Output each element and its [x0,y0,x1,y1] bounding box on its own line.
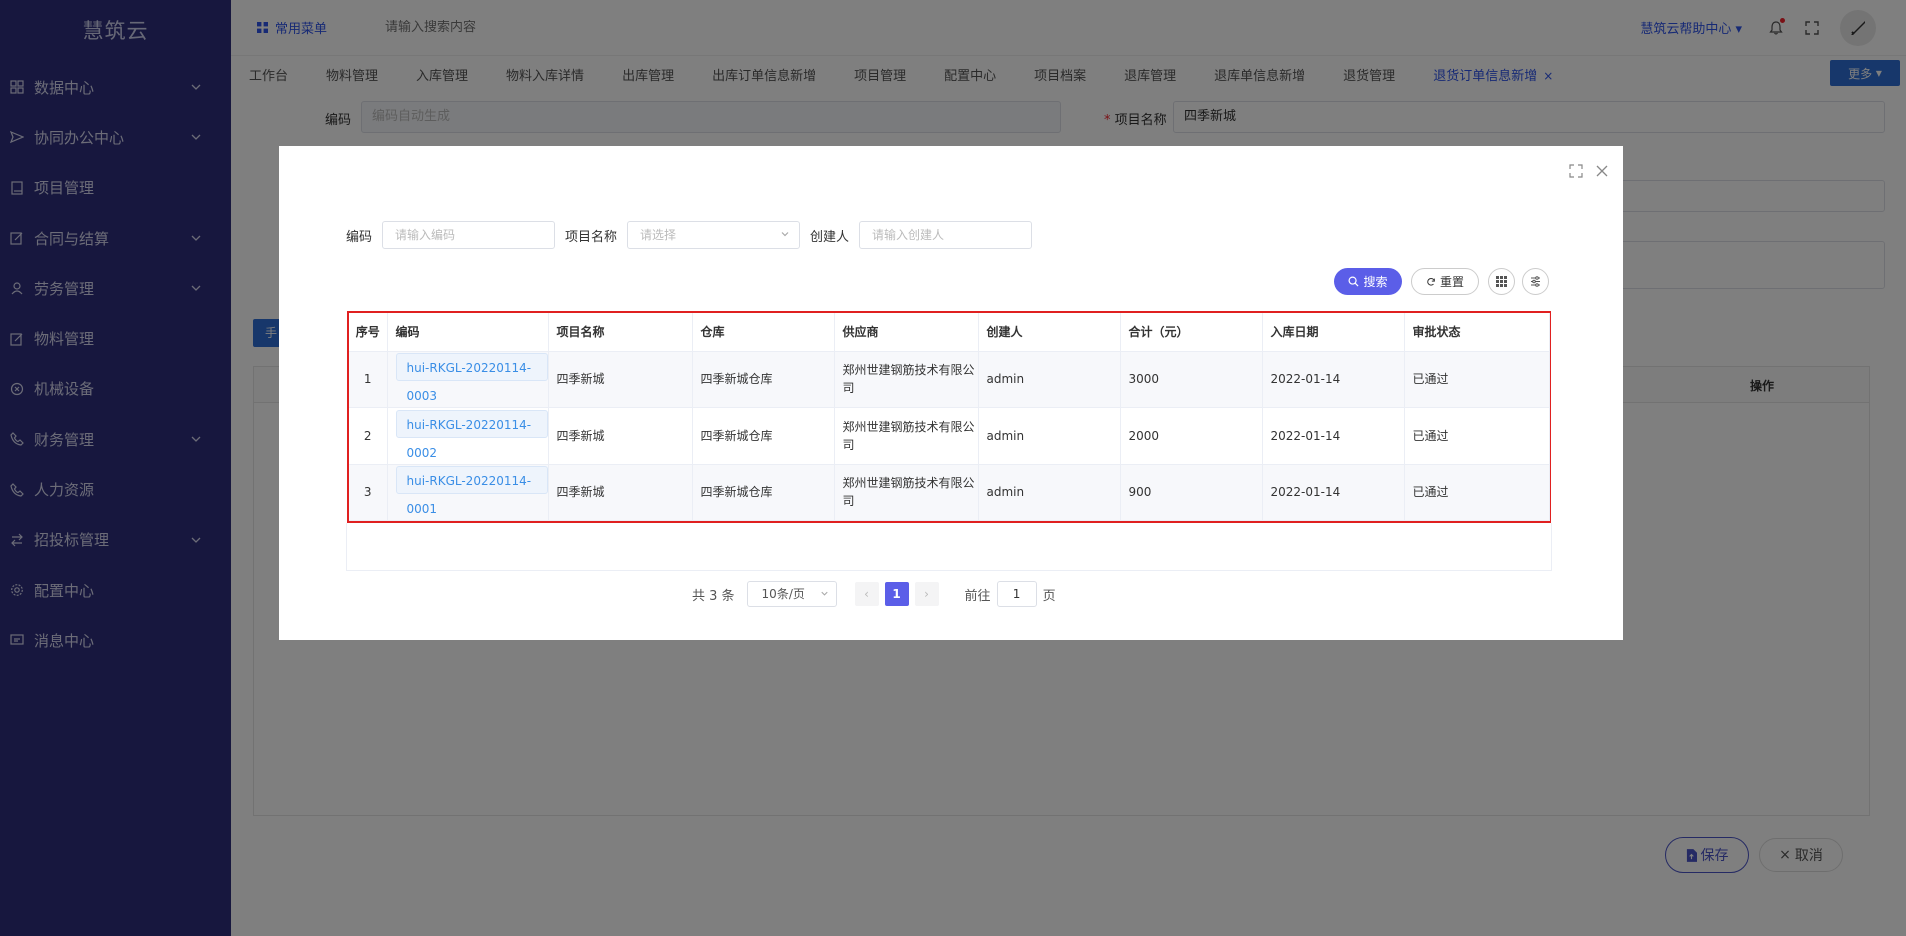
cell-date: 2022-01-14 [1262,464,1405,521]
cell-date: 2022-01-14 [1262,407,1405,465]
total-count: 共 3 条 [692,588,735,604]
column-header[interactable]: 项目名称 [548,313,693,352]
column-grid-button[interactable] [1488,268,1515,295]
filter-creator-label: 创建人 [810,229,850,245]
filter-code-label: 编码 [346,229,373,245]
page-size-select[interactable]: 10条/页 [746,581,837,607]
filter-project-placeholder: 请选择 [640,228,677,242]
column-header[interactable]: 审批状态 [1404,313,1550,352]
cell-status: 已通过 [1404,407,1550,465]
code-link[interactable]: hui-RKGL-20220114-0002 [395,409,548,460]
page-number-current[interactable]: 1 [884,582,909,606]
refresh-icon [1427,277,1435,286]
cell-code: hui-RKGL-20220114-0002 [387,407,549,465]
cell-creator: admin [978,407,1121,465]
cell-creator: admin [978,464,1121,521]
cell-warehouse: 四季新城仓库 [692,407,835,465]
reset-button[interactable]: 重置 [1411,268,1479,295]
column-header[interactable]: 供应商 [834,313,979,352]
filter-project-label: 项目名称 [565,229,618,245]
search-icon [1348,276,1359,287]
column-header[interactable]: 入库日期 [1262,313,1405,352]
table-body: 1 hui-RKGL-20220114-0003 四季新城 四季新城仓库 郑州世建钢筋技… [349,351,1550,521]
cell-total: 900 [1120,464,1263,521]
goto-prefix: 前往 [964,588,991,604]
cell-idx: 2 [349,407,388,465]
filter-settings-button[interactable] [1522,268,1549,295]
inbound-table: 序号 编码 项目名称 仓库 供应商 创建人 合计（元） 入库日期 审批状态 1 hui-RKGL-… [347,311,1551,523]
cell-supplier: 郑州世建钢筋技术有限公司 [834,464,979,521]
cell-status: 已通过 [1404,464,1550,521]
cell-total: 3000 [1120,351,1263,408]
search-label: 搜索 [1363,275,1388,289]
goto-page-input[interactable]: 1 [996,581,1037,607]
chevron-down-icon [781,232,789,237]
sliders-icon [1531,276,1540,287]
maximize-icon[interactable] [1569,164,1583,178]
cell-creator: admin [978,351,1121,408]
column-header[interactable]: 创建人 [978,313,1121,352]
inbound-table-grid: 序号 编码 项目名称 仓库 供应商 创建人 合计（元） 入库日期 审批状态 1 hui-RKGL-… [349,313,1550,521]
prev-page-button[interactable]: ‹ [854,582,879,606]
chevron-down-icon [820,591,828,596]
code-link[interactable]: hui-RKGL-20220114-0003 [395,353,548,403]
pagination: 共 3 条 10条/页 ‹ 1 › 前往 1 页 [692,581,1056,607]
cell-idx: 1 [349,351,388,408]
cell-code: hui-RKGL-20220114-0003 [387,351,549,408]
filter-creator-input[interactable]: 请输入创建人 [859,221,1033,249]
cell-project: 四季新城 [548,407,693,465]
pager-container [346,523,1552,571]
cell-supplier: 郑州世建钢筋技术有限公司 [834,407,979,465]
column-header[interactable]: 编码 [387,313,549,352]
goto-suffix: 页 [1042,588,1056,604]
next-page-button[interactable]: › [914,582,939,606]
table-row[interactable]: 1 hui-RKGL-20220114-0003 四季新城 四季新城仓库 郑州世建钢筋技… [349,351,1550,408]
cell-code: hui-RKGL-20220114-0001 [387,464,549,521]
cell-project: 四季新城 [548,351,693,408]
dialog-tools [1557,164,1609,178]
close-icon[interactable] [1595,164,1609,178]
grid-icon [1496,276,1507,287]
cell-idx: 3 [349,464,388,521]
cell-total: 2000 [1120,407,1263,465]
search-button[interactable]: 搜索 [1334,268,1402,295]
column-header[interactable]: 序号 [349,313,388,352]
page-size-value: 10条/页 [761,587,805,601]
cell-warehouse: 四季新城仓库 [692,351,835,408]
table-header-row: 序号 编码 项目名称 仓库 供应商 创建人 合计（元） 入库日期 审批状态 [349,313,1550,352]
column-header[interactable]: 合计（元） [1120,313,1263,352]
select-inbound-dialog: 编码 请输入编码 项目名称 请选择 创建人 请输入创建人 搜索 重置 序号 编码项… [279,146,1623,640]
cell-supplier: 郑州世建钢筋技术有限公司 [834,351,979,408]
column-header[interactable]: 仓库 [692,313,835,352]
cell-project: 四季新城 [548,464,693,521]
cell-date: 2022-01-14 [1262,351,1405,408]
code-link[interactable]: hui-RKGL-20220114-0001 [395,466,548,516]
table-row[interactable]: 2 hui-RKGL-20220114-0002 四季新城 四季新城仓库 郑州世建钢筋技… [349,407,1550,465]
filter-code-input[interactable]: 请输入编码 [382,221,556,249]
filter-project-select[interactable]: 请选择 [627,221,801,249]
cell-warehouse: 四季新城仓库 [692,464,835,521]
table-row[interactable]: 3 hui-RKGL-20220114-0001 四季新城 四季新城仓库 郑州世建钢筋技… [349,464,1550,521]
cell-status: 已通过 [1404,351,1550,408]
filter-row: 编码 请输入编码 项目名称 请选择 创建人 请输入创建人 [346,221,1042,249]
reset-label: 重置 [1439,275,1464,289]
